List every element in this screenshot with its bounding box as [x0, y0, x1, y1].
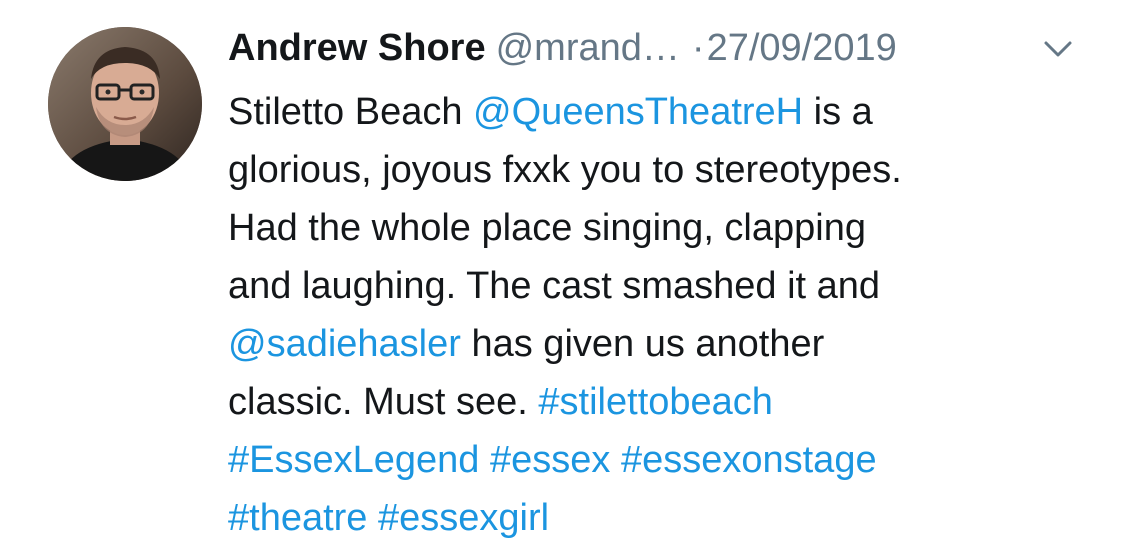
- tweet-text-segment: has given us another: [460, 323, 825, 365]
- tweet-text-segment: [610, 439, 621, 481]
- tweet-text-segment: classic. Must see.: [228, 381, 539, 423]
- tweet-text-segment: and laughing. The cast smashed it and: [228, 265, 881, 307]
- tweet-text-segment: [479, 439, 490, 481]
- timestamp[interactable]: 27/09/2019: [707, 27, 897, 69]
- tweet-text-line: #EssexLegend #essex #essexonstage: [228, 431, 1088, 489]
- tweet-text-line: glorious, joyous fxxk you to stereotypes…: [228, 141, 1088, 199]
- tweet-text-segment: Stiletto Beach: [228, 91, 474, 133]
- tweet-text-line: classic. Must see. #stilettobeach: [228, 373, 1088, 431]
- hashtag-link[interactable]: #stilettobeach: [538, 381, 773, 423]
- tweet-header: Andrew Shore @mrand… ·27/09/2019: [228, 22, 1088, 74]
- tweet[interactable]: Andrew Shore @mrand… ·27/09/2019 Stiletto …: [0, 0, 1125, 555]
- tweet-text-line: and laughing. The cast smashed it and: [228, 257, 1088, 315]
- tweet-text-segment: Had the whole place singing, clapping: [228, 207, 866, 249]
- tweet-text-line: Had the whole place singing, clapping: [228, 199, 1088, 257]
- hashtag-link[interactable]: #essexonstage: [621, 439, 877, 481]
- mention-link[interactable]: @sadiehasler: [228, 323, 461, 365]
- tweet-text-line: #theatre #essexgirl: [228, 489, 1088, 547]
- display-name[interactable]: Andrew Shore: [228, 27, 486, 69]
- tweet-text-segment: [367, 497, 378, 539]
- avatar[interactable]: [48, 27, 202, 181]
- tweet-text: Stiletto Beach @QueensTheatreH is a glori…: [228, 83, 1088, 547]
- tweet-text-line: @sadiehasler has given us another: [228, 315, 1088, 373]
- hashtag-link[interactable]: #essex: [490, 439, 610, 481]
- tweet-text-segment: glorious, joyous fxxk you to stereotypes…: [228, 149, 902, 191]
- mention-link[interactable]: @QueensTheatreH: [473, 91, 803, 133]
- tweet-text-segment: is a: [803, 91, 873, 133]
- separator-dot: ·: [691, 27, 705, 69]
- profile-photo-icon: [48, 27, 202, 181]
- hashtag-link[interactable]: #theatre: [228, 497, 367, 539]
- tweet-text-line: Stiletto Beach @QueensTheatreH is a: [228, 83, 1088, 141]
- hashtag-link[interactable]: #essexgirl: [378, 497, 549, 539]
- hashtag-link[interactable]: #EssexLegend: [228, 439, 479, 481]
- user-handle[interactable]: @mrand…: [496, 27, 680, 69]
- chevron-down-icon: [1044, 41, 1072, 57]
- more-options-button[interactable]: [1040, 34, 1076, 64]
